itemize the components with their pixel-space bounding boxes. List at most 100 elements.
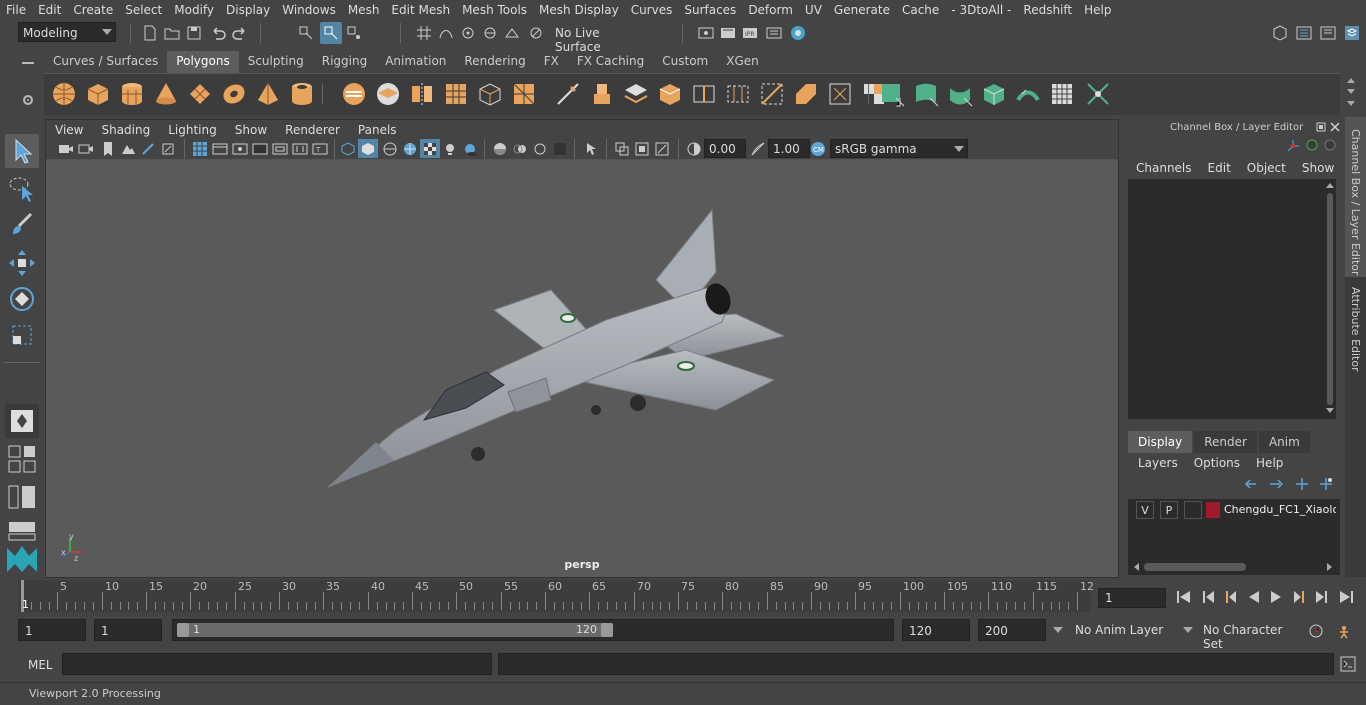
redo-icon[interactable] [232, 25, 248, 41]
shelf-tab-fx[interactable]: FX [535, 51, 568, 73]
layer-menu-help[interactable]: Help [1256, 456, 1299, 470]
shelf-tab-curves-surfaces[interactable]: Curves / Surfaces [44, 51, 167, 73]
menu-help[interactable]: Help [1078, 3, 1117, 17]
channel-scrollbar[interactable] [1326, 181, 1334, 417]
menu-surfaces[interactable]: Surfaces [678, 3, 742, 17]
motion-blur-icon[interactable] [512, 141, 528, 157]
live-surface-icon[interactable] [528, 25, 544, 41]
lasso-tool[interactable] [5, 172, 39, 206]
shelf-tab-animation[interactable]: Animation [376, 51, 455, 73]
animation-end-field[interactable]: 200 [978, 619, 1046, 641]
2d-pan-zoom-icon[interactable] [160, 141, 176, 157]
scroll-up-icon[interactable] [1326, 181, 1334, 189]
layer-playback-toggle[interactable]: P [1160, 501, 1178, 519]
poly-cone-icon[interactable] [152, 80, 180, 108]
menu-windows[interactable]: Windows [276, 3, 342, 17]
safe-action-icon[interactable] [292, 141, 308, 157]
speed-icon[interactable] [1306, 139, 1318, 151]
tool-settings-toggle-icon[interactable] [1320, 25, 1336, 41]
render-frame-icon[interactable] [720, 25, 736, 41]
exposure-icon[interactable] [686, 141, 702, 157]
anim-layer-dropdown[interactable]: No Anim Layer [1052, 619, 1180, 641]
channel-box-menu-object[interactable]: Object [1239, 161, 1294, 175]
exposure-field[interactable]: 0.00 [704, 139, 746, 158]
viewport-menu-panels[interactable]: Panels [349, 123, 406, 137]
screen-space-ao-icon[interactable] [492, 141, 508, 157]
layer-tab-anim[interactable]: Anim [1258, 431, 1310, 453]
remesh-icon[interactable] [510, 80, 538, 108]
safe-title-icon[interactable]: T [312, 141, 328, 157]
go-to-start-icon[interactable] [1176, 589, 1192, 605]
bevel-icon[interactable] [656, 80, 684, 108]
shelf-tab-xgen[interactable]: XGen [717, 51, 768, 73]
scroll-left-icon[interactable] [1132, 563, 1140, 571]
offset-edge-loop-icon[interactable] [724, 80, 752, 108]
planar-mapping-icon[interactable] [878, 80, 906, 108]
menu-mesh-tools[interactable]: Mesh Tools [456, 3, 533, 17]
unfold-uv-icon[interactable] [1014, 80, 1042, 108]
layer-row[interactable]: V P Chengdu_FC1_Xiaolong [1132, 501, 1338, 519]
menu-generate[interactable]: Generate [828, 3, 896, 17]
step-back-key-icon[interactable] [1200, 589, 1216, 605]
open-scene-icon[interactable] [164, 25, 180, 41]
shelf-settings-gear-icon[interactable] [20, 92, 36, 108]
append-polygon-icon[interactable] [826, 80, 854, 108]
bridge-icon[interactable] [622, 80, 650, 108]
layer-hscrollbar[interactable] [1130, 561, 1338, 573]
shelf-menu-arrow-icon[interactable] [1346, 100, 1356, 108]
save-scene-icon[interactable] [186, 25, 202, 41]
use-all-lights-icon[interactable] [442, 141, 458, 157]
go-to-end-icon[interactable] [1338, 589, 1354, 605]
select-tool[interactable] [5, 134, 39, 168]
new-layer-selected-icon[interactable] [1318, 477, 1334, 491]
poly-cylinder-icon[interactable] [118, 80, 146, 108]
shelf-scroll-down-icon[interactable] [1346, 88, 1356, 96]
snap-curve-icon[interactable] [438, 25, 454, 41]
layer-menu-options[interactable]: Options [1194, 456, 1256, 470]
play-backward-icon[interactable] [1246, 589, 1262, 605]
character-set-dropdown[interactable]: No Character Set [1182, 619, 1300, 651]
menu-mesh[interactable]: Mesh [342, 3, 386, 17]
xray-icon[interactable] [614, 141, 630, 157]
viewport-canvas[interactable]: persp x z y [46, 160, 1118, 577]
live-surface-field[interactable]: No Live Surface [550, 22, 650, 54]
textured-button[interactable] [420, 139, 440, 158]
hypershade-icon[interactable] [790, 25, 806, 41]
menu-edit-mesh[interactable]: Edit Mesh [385, 3, 456, 17]
step-back-frame-icon[interactable] [1222, 589, 1238, 605]
multi-cut-icon[interactable] [554, 80, 582, 108]
gate-mask-icon[interactable] [252, 141, 268, 157]
isolate-select-icon[interactable] [584, 141, 600, 157]
select-component-icon[interactable] [346, 25, 362, 41]
color-management-icon[interactable]: CM [810, 141, 826, 157]
shadows-icon[interactable] [462, 141, 478, 157]
render-settings-icon[interactable] [766, 25, 782, 41]
menu-cache[interactable]: Cache [896, 3, 945, 17]
mode-dropdown[interactable]: Modeling [18, 22, 116, 42]
auto-key-icon[interactable] [1336, 623, 1352, 639]
playback-end-field[interactable]: 120 [902, 619, 970, 641]
poly-pipe-icon[interactable] [288, 80, 316, 108]
shelf-menu-icon[interactable] [20, 58, 36, 68]
poly-pyramid-icon[interactable] [254, 80, 282, 108]
modeling-toolkit-icon[interactable] [1272, 25, 1288, 41]
shelf-tab-polygons[interactable]: Polygons [167, 51, 239, 73]
channel-box-toggle-icon[interactable] [1344, 25, 1360, 41]
undo-icon[interactable] [210, 25, 226, 41]
poly-cube-icon[interactable] [84, 80, 112, 108]
smooth-shade-button[interactable] [358, 139, 378, 158]
scrollbar-thumb[interactable] [1327, 193, 1333, 405]
hscrollbar-thumb[interactable] [1144, 563, 1246, 571]
target-weld-icon[interactable] [758, 80, 786, 108]
grid-toggle-icon[interactable] [192, 141, 208, 157]
tab-attribute-editor[interactable]: Attribute Editor [1345, 281, 1366, 381]
scroll-right-icon[interactable] [1326, 563, 1334, 571]
menu-uv[interactable]: UV [799, 3, 828, 17]
automatic-mapping-icon[interactable] [980, 80, 1008, 108]
extrude-icon[interactable] [588, 80, 616, 108]
snap-surface-icon[interactable] [504, 25, 520, 41]
insert-edge-loop-icon[interactable] [690, 80, 718, 108]
wireframe-icon[interactable] [340, 141, 356, 157]
new-scene-icon[interactable] [142, 25, 158, 41]
move-tool[interactable] [5, 246, 39, 280]
